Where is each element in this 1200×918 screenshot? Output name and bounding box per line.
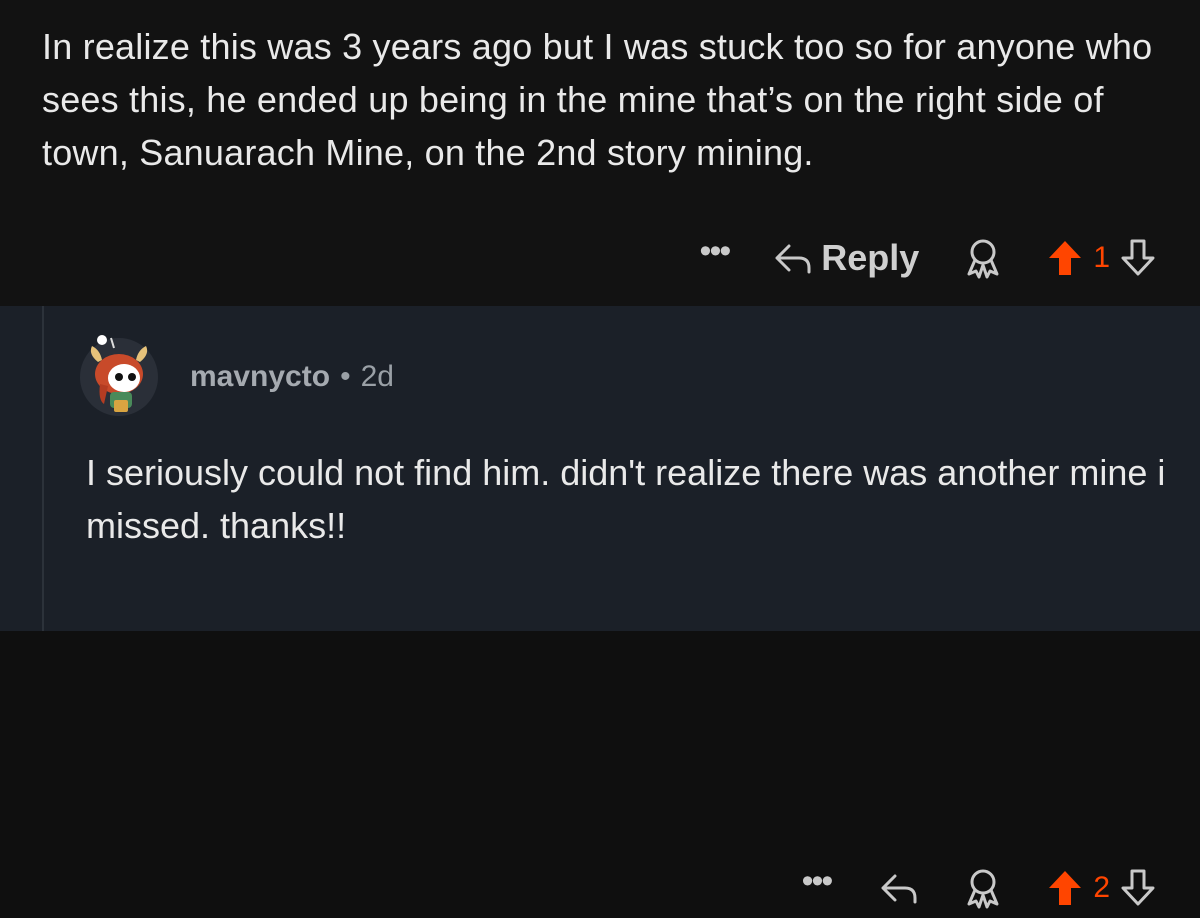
reply-arrow-icon[interactable] <box>879 870 919 906</box>
vote-count: 1 <box>1093 241 1110 274</box>
reply-label: Reply <box>821 237 920 278</box>
reply-button[interactable]: Reply <box>773 237 919 279</box>
comment-age: 2d <box>360 360 394 393</box>
vote-count: 2 <box>1093 871 1110 904</box>
reply-comment-actions: ••• 2 <box>802 858 1156 918</box>
username[interactable]: mavnycto <box>190 360 330 394</box>
meta-separator: • <box>340 360 351 393</box>
thread-line[interactable] <box>42 306 44 631</box>
award-icon[interactable] <box>963 866 1003 910</box>
more-options-button[interactable]: ••• <box>700 234 732 268</box>
parent-comment-actions: ••• Reply 1 <box>700 228 1156 288</box>
parent-comment: In realize this was 3 years ago but I wa… <box>0 0 1200 306</box>
downvote-icon[interactable] <box>1120 239 1156 277</box>
upvote-icon[interactable] <box>1047 239 1083 277</box>
upvote-icon[interactable] <box>1047 869 1083 907</box>
reply-comment-body: I seriously could not find him. didn't r… <box>86 452 1166 546</box>
downvote-icon[interactable] <box>1120 869 1156 907</box>
reply-arrow-icon <box>773 240 813 276</box>
avatar[interactable] <box>78 334 160 416</box>
reply-comment: mavnycto • 2d I seriously could not find… <box>0 306 1200 909</box>
parent-comment-body: In realize this was 3 years ago but I wa… <box>42 26 1153 173</box>
award-icon[interactable] <box>963 236 1003 280</box>
comment-meta: mavnycto • 2d <box>190 360 394 394</box>
more-options-button[interactable]: ••• <box>802 864 834 898</box>
